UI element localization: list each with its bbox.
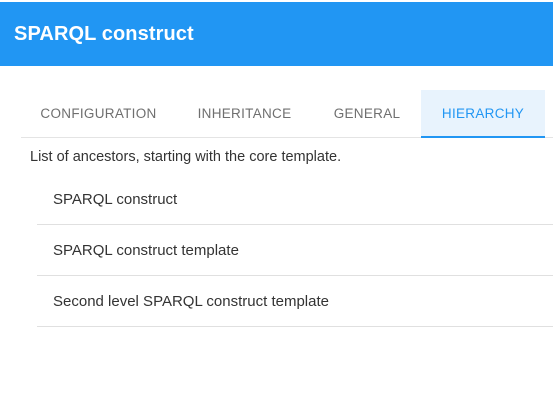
tab-inheritance[interactable]: INHERITANCE [176, 90, 313, 137]
dialog-header: SPARQL construct [0, 2, 553, 66]
ancestor-item[interactable]: SPARQL construct [37, 174, 553, 225]
dialog-title: SPARQL construct [14, 22, 194, 45]
tab-general[interactable]: GENERAL [313, 90, 421, 137]
tab-configuration[interactable]: CONFIGURATION [21, 90, 176, 137]
template-dialog: SPARQL construct CONFIGURATION INHERITAN… [0, 0, 553, 415]
ancestor-item[interactable]: SPARQL construct template [37, 225, 553, 276]
hierarchy-description: List of ancestors, starting with the cor… [30, 149, 342, 165]
tab-hierarchy[interactable]: HIERARCHY [421, 90, 545, 138]
ancestor-item[interactable]: Second level SPARQL construct template [37, 276, 553, 327]
ancestor-list: SPARQL construct SPARQL construct templa… [37, 174, 553, 327]
tab-bar: CONFIGURATION INHERITANCE GENERAL HIERAR… [21, 90, 553, 138]
